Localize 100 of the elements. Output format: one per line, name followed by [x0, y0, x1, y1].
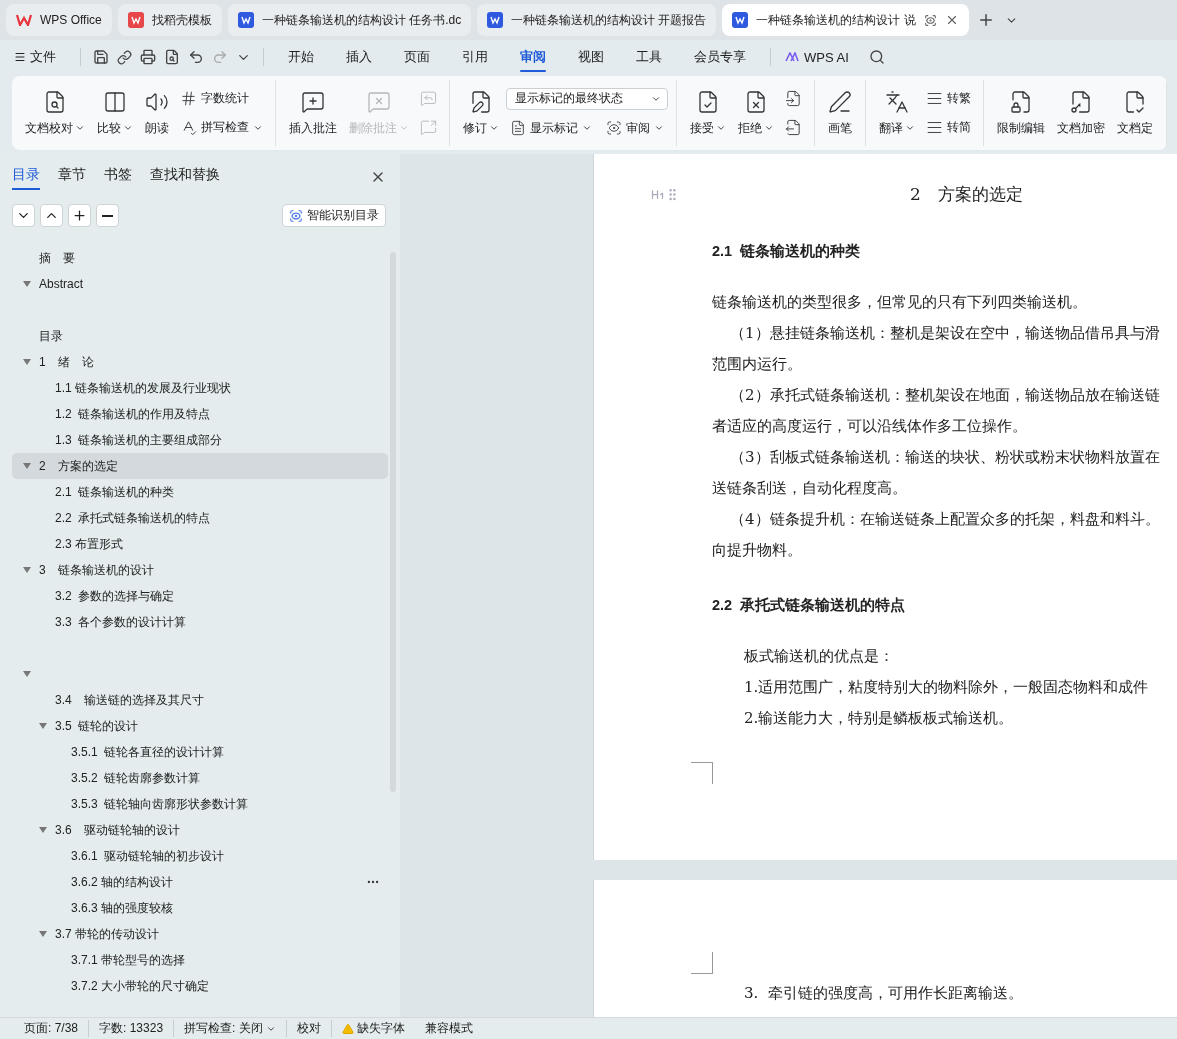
- outline-item[interactable]: 2.1 链条输送机的种类: [12, 479, 388, 505]
- ribbon-button[interactable]: 转繁: [922, 88, 975, 109]
- title-tab[interactable]: 一种链条输送机的结构设计 说: [722, 4, 969, 36]
- page-count[interactable]: 页面: 7/38: [14, 1020, 90, 1037]
- outline-label: 1.2 链条输送机的作用及特点: [55, 405, 211, 423]
- outline-item[interactable]: 3.4 输送链的选择及其尺寸: [12, 687, 388, 713]
- menu-tab[interactable]: 会员专享: [680, 42, 760, 72]
- ai-button[interactable]: WPS AI: [781, 43, 863, 71]
- missing-font-warning[interactable]: 缺失字体: [331, 1020, 415, 1037]
- remove-button[interactable]: [96, 204, 119, 227]
- expand-down-button[interactable]: [12, 204, 35, 227]
- outline-item[interactable]: 3.5 链轮的设计: [12, 713, 388, 739]
- ribbon-button[interactable]: 限制编辑: [992, 85, 1050, 141]
- ribbon-button[interactable]: 文档校对: [20, 85, 90, 141]
- word-count[interactable]: 字数: 13323: [89, 1020, 175, 1037]
- outline-label: 2 方案的选定: [39, 457, 118, 475]
- outline-item[interactable]: 摘 要: [12, 245, 388, 271]
- template-logo-icon: [127, 12, 144, 28]
- crop-mark: [691, 762, 713, 784]
- ribbon-button[interactable]: 字数统计: [176, 88, 267, 109]
- ribbon-button[interactable]: 文档加密: [1052, 85, 1110, 141]
- sidebar-tab[interactable]: 目录: [12, 164, 40, 190]
- markup-select[interactable]: 显示标记的最终状态: [506, 87, 668, 110]
- expanded-triangle-icon[interactable]: [23, 462, 31, 470]
- menu-tab[interactable]: 插入: [332, 42, 386, 72]
- ribbon-button[interactable]: 拼写检查: [176, 117, 267, 138]
- outline-label: 3.5.2 链轮齿廓参数计算: [71, 769, 201, 787]
- caret-icon: [764, 123, 774, 133]
- menu-tab[interactable]: 引用: [448, 42, 502, 72]
- link-icon[interactable]: [115, 47, 134, 67]
- caret-icon: [582, 123, 592, 133]
- collapse-up-button[interactable]: [40, 204, 63, 227]
- menu-tab[interactable]: 审阅: [506, 42, 560, 72]
- menu-tab[interactable]: 开始: [274, 42, 328, 72]
- spell-check-status[interactable]: 拼写检查: 关闭: [174, 1020, 287, 1037]
- ribbon-button[interactable]: 插入批注: [284, 85, 342, 141]
- ribbon-button[interactable]: 画笔: [823, 85, 857, 141]
- ribbon-button[interactable]: 接受: [685, 85, 731, 141]
- crop-mark: [691, 952, 713, 974]
- paragraph-line: 范围内运行。: [712, 354, 803, 375]
- expanded-triangle-icon[interactable]: [39, 930, 47, 938]
- outline-item[interactable]: 1.1 链条输送机的发展及行业现状: [12, 375, 388, 401]
- outline-item[interactable]: 2.2 承托式链条输送机的特点: [12, 505, 388, 531]
- plus-icon: [72, 208, 87, 223]
- expanded-triangle-icon[interactable]: [23, 670, 31, 678]
- outline-item[interactable]: 1 绪 论: [12, 349, 388, 375]
- outline-item[interactable]: 3.5.3 链轮轴向齿廓形状参数计算: [12, 791, 388, 817]
- print-icon[interactable]: [138, 47, 158, 67]
- ribbon-button[interactable]: 朗读: [140, 85, 174, 141]
- outline-item[interactable]: 3.7.2 大小带轮的尺寸确定: [12, 973, 388, 999]
- outline-item[interactable]: 3.5.1 链轮各直径的设计计算: [12, 739, 388, 765]
- proofread-button[interactable]: 校对: [286, 1020, 332, 1037]
- title-tab[interactable]: 一种链条输送机的结构设计 任务书.dc: [227, 4, 472, 36]
- expanded-triangle-icon[interactable]: [23, 566, 31, 574]
- outline-item[interactable]: 目录: [12, 323, 388, 349]
- outline-item[interactable]: 3.5.2 链轮齿廓参数计算: [12, 765, 388, 791]
- outline-item[interactable]: 3.2 参数的选择与确定: [12, 583, 388, 609]
- menu-tab[interactable]: 视图: [564, 42, 618, 72]
- expanded-triangle-icon[interactable]: [23, 358, 31, 366]
- outline-item[interactable]: Abstract: [12, 271, 388, 297]
- expanded-triangle-icon[interactable]: [39, 826, 47, 834]
- sidebar-tab[interactable]: 查找和替换: [150, 164, 220, 190]
- ribbon-button[interactable]: 审阅: [602, 117, 668, 139]
- caret-icon: [905, 123, 915, 133]
- title-tab[interactable]: 一种链条输送机的结构设计 开题报告: [477, 4, 717, 36]
- ribbon-button[interactable]: 翻译: [874, 85, 920, 141]
- menu-tab[interactable]: 工具: [622, 42, 676, 72]
- outline-item-selected[interactable]: 2 方案的选定: [12, 453, 388, 479]
- add-button[interactable]: [68, 204, 91, 227]
- expanded-triangle-icon[interactable]: [23, 280, 31, 288]
- outline-item[interactable]: 3.6.2 轴的结构设计: [12, 869, 388, 895]
- file-menu[interactable]: 文件: [14, 42, 70, 72]
- menu-tab[interactable]: 页面: [390, 42, 444, 72]
- outline-item[interactable]: 1.2 链条输送机的作用及特点: [12, 401, 388, 427]
- ribbon-button[interactable]: 显示标记: [506, 117, 596, 139]
- paragraph-line: 送链条刮送，自动化程度高。: [712, 478, 908, 499]
- outline-item[interactable]: 3.3 各个参数的设计计算: [12, 609, 388, 635]
- title-tab[interactable]: 找稻壳模板: [117, 4, 222, 36]
- ribbon-button[interactable]: 拒绝: [733, 85, 779, 141]
- ribbon-button[interactable]: 转简: [922, 117, 975, 138]
- paragraph-line: （4）链条提升机：在输送链条上配置众多的托架，料盘和料斗。: [729, 509, 1161, 530]
- outline-item[interactable]: 3.6.1 驱动链轮轴的初步设计: [12, 843, 388, 869]
- ribbon-button[interactable]: 文档定: [1112, 85, 1158, 141]
- title-tab[interactable]: WPS Office: [6, 4, 112, 36]
- outline-item[interactable]: 3.7.1 带轮型号的选择: [12, 947, 388, 973]
- document-logo-icon: [487, 12, 504, 28]
- ribbon-button[interactable]: 比较: [92, 85, 138, 141]
- outline-item[interactable]: 3.6 驱动链轮轴的设计: [12, 817, 388, 843]
- expanded-triangle-icon[interactable]: [39, 722, 47, 730]
- outline-item[interactable]: 2.3 布置形式: [12, 531, 388, 557]
- outline-item[interactable]: 3.6.3 轴的强度较核: [12, 895, 388, 921]
- outline-item[interactable]: 1.3 链条输送机的主要组成部分: [12, 427, 388, 453]
- save-icon[interactable]: [91, 47, 111, 67]
- paragraph-line: 3. 牵引链的强度高，可用作长距离输送。: [743, 983, 1024, 1004]
- ribbon-button[interactable]: 修订: [458, 85, 504, 141]
- smart-toc-button[interactable]: 智能识别目录: [282, 204, 386, 227]
- outline-item[interactable]: 3 链条输送机的设计: [12, 557, 388, 583]
- sidebar-tab[interactable]: 章节: [58, 164, 86, 190]
- sidebar-tab[interactable]: 书签: [104, 164, 132, 190]
- outline-item[interactable]: 3.7 带轮的传动设计: [12, 921, 388, 947]
